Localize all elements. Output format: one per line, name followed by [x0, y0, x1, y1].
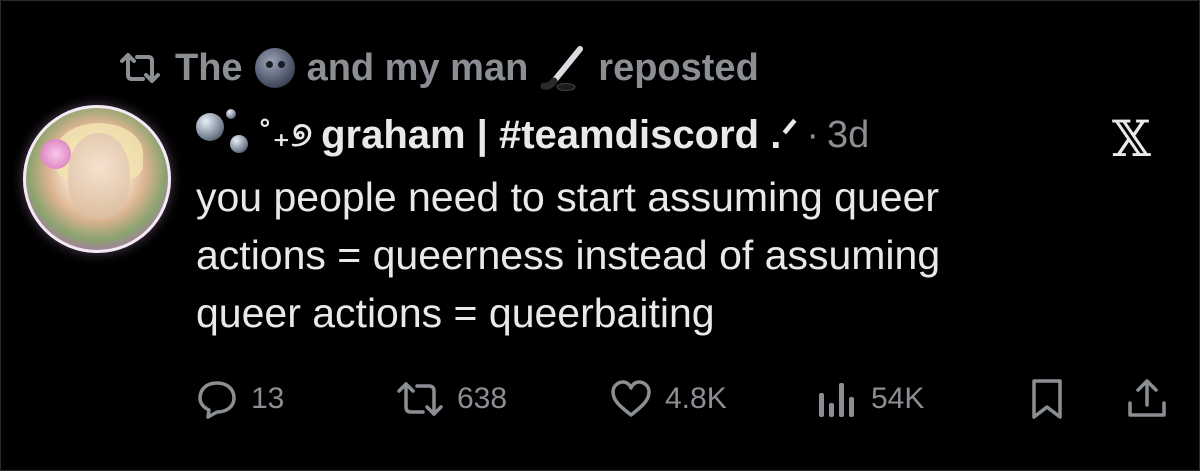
repost-count: 638	[457, 382, 508, 415]
author-name[interactable]: graham | #teamdiscord .ᐟ	[321, 112, 798, 158]
heart-icon	[609, 379, 653, 419]
reply-icon	[195, 377, 239, 421]
view-count: 54K	[871, 382, 925, 415]
action-bar: 13 638 4.8K 54K	[195, 374, 1185, 424]
like-button[interactable]: 4.8K	[609, 374, 727, 424]
reply-button[interactable]: 13	[195, 374, 284, 424]
analytics-icon	[817, 379, 859, 419]
share-button[interactable]	[1125, 374, 1169, 424]
bookmark-icon	[1027, 377, 1067, 421]
author-decoration: ˚₊୭	[260, 116, 314, 154]
views-button[interactable]: 54K	[817, 374, 924, 424]
bookmark-button[interactable]	[1027, 374, 1067, 424]
repost-context[interactable]: The and my man reposted	[117, 40, 759, 96]
hockey-stick-emoji-icon	[540, 45, 586, 91]
bubbles-emoji-icon	[196, 107, 252, 163]
x-logo-icon[interactable]: 𝕏	[1112, 110, 1151, 168]
repost-suffix: reposted	[598, 46, 759, 89]
tweet-timestamp[interactable]: 3d	[827, 114, 869, 157]
repost-icon	[117, 51, 163, 85]
author-avatar[interactable]	[23, 105, 171, 253]
reply-count: 13	[251, 382, 285, 415]
like-count: 4.8K	[665, 382, 727, 415]
separator-dot: ·	[806, 113, 819, 156]
new-moon-face-emoji-icon	[254, 48, 295, 88]
repost-middle: and my man	[306, 46, 529, 89]
repost-action-icon	[395, 379, 445, 419]
repost-button[interactable]: 638	[395, 374, 507, 424]
tweet-header: ˚₊୭ graham | #teamdiscord .ᐟ · 3d	[196, 105, 869, 165]
share-icon	[1125, 377, 1169, 421]
tweet-text: you people need to start assuming queer …	[196, 174, 941, 336]
repost-prefix: The	[175, 46, 243, 89]
